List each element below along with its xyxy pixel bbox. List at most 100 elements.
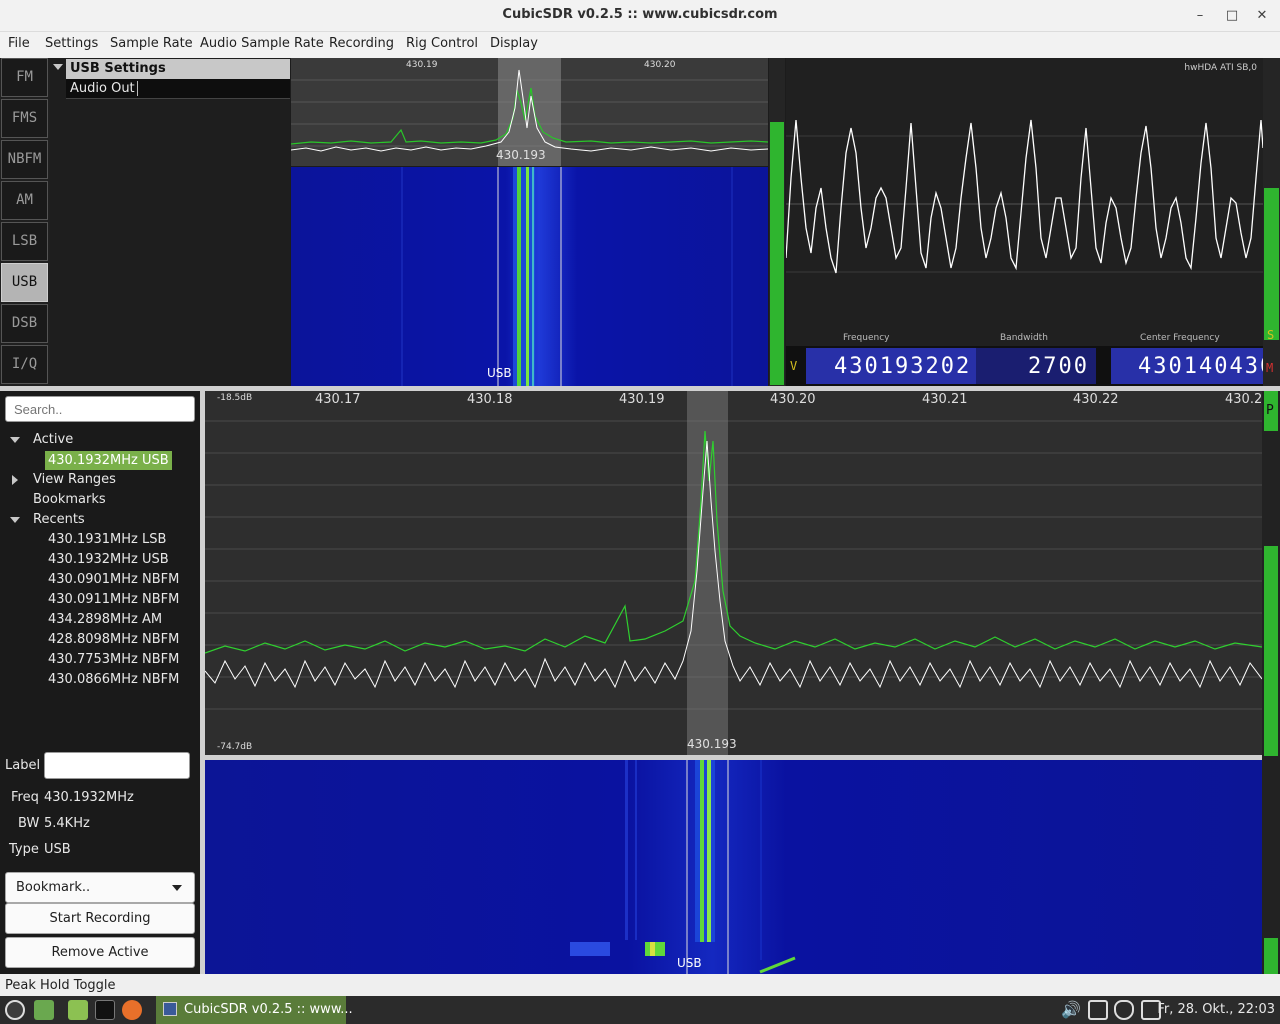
tree-active[interactable]: Active bbox=[33, 432, 73, 447]
mode-dsb-button[interactable]: DSB bbox=[1, 304, 48, 343]
top-waterfall[interactable]: USB bbox=[291, 167, 768, 386]
type-value: USB bbox=[44, 842, 71, 857]
audio-out-label: Audio Out bbox=[70, 81, 138, 96]
audio-device-label: hwHDA ATI SB,0 bbox=[1184, 63, 1257, 73]
recent-item[interactable]: 430.1932MHz USB bbox=[48, 552, 169, 567]
desktop-icon[interactable] bbox=[34, 1000, 54, 1020]
main-spectrum-plot bbox=[205, 391, 1262, 755]
mode-selector: FM FMS NBFM AM LSB USB DSB I/Q bbox=[0, 58, 50, 386]
menu-icon[interactable] bbox=[5, 1000, 25, 1020]
audio-out-row[interactable]: Audio Out bbox=[66, 79, 290, 99]
mode-am-button[interactable]: AM bbox=[1, 181, 48, 220]
spectrum-gain-fill bbox=[1264, 546, 1278, 756]
remove-active-button[interactable]: Remove Active bbox=[5, 937, 195, 968]
main-mode-label: USB bbox=[677, 956, 702, 970]
main-tick-label: 430.23 bbox=[1225, 392, 1262, 407]
clock[interactable]: Fr, 28. Okt., 22:03 bbox=[1157, 1002, 1275, 1017]
main-tick-label: 430.18 bbox=[467, 392, 513, 407]
cubicsdr-app-icon bbox=[163, 1002, 177, 1016]
audio-scope[interactable]: hwHDA ATI SB,0 Frequency Bandwidth Cente… bbox=[786, 58, 1263, 346]
shield-icon[interactable] bbox=[1114, 1000, 1134, 1020]
mode-lsb-button[interactable]: LSB bbox=[1, 222, 48, 261]
mode-fms-button[interactable]: FMS bbox=[1, 99, 48, 138]
label-input[interactable] bbox=[44, 752, 190, 779]
label-caption: Label bbox=[5, 758, 41, 773]
top-spectrum[interactable]: 430.19 430.20 430.193 bbox=[291, 58, 768, 166]
firefox-icon[interactable] bbox=[122, 1000, 142, 1020]
frequency-caption: Frequency bbox=[843, 333, 890, 343]
center-frequency-digits[interactable]: 430140430 bbox=[1138, 350, 1275, 384]
top-tick-label: 430.20 bbox=[644, 60, 676, 70]
scope-plot bbox=[786, 119, 1263, 274]
main-center-label: 430.193 bbox=[687, 737, 737, 751]
clipboard-icon[interactable] bbox=[1088, 1000, 1108, 1020]
window-title: CubicSDR v0.2.5 :: www.cubicsdr.com bbox=[502, 7, 778, 22]
recent-item[interactable]: 430.1931MHz LSB bbox=[48, 532, 166, 547]
menu-audio-sample-rate[interactable]: Audio Sample Rate bbox=[200, 36, 324, 51]
menu-bar: File Settings Sample Rate Audio Sample R… bbox=[0, 32, 1280, 58]
tree-recents[interactable]: Recents bbox=[33, 512, 85, 527]
mute-m-label[interactable]: M bbox=[1266, 361, 1273, 375]
main-tick-label: 430.22 bbox=[1073, 392, 1119, 407]
status-text: Peak Hold Toggle bbox=[5, 978, 116, 993]
recent-item[interactable]: 430.7753MHz NBFM bbox=[48, 652, 179, 667]
freq-caption: Freq bbox=[11, 790, 39, 805]
menu-recording[interactable]: Recording bbox=[329, 36, 394, 51]
start-recording-button[interactable]: Start Recording bbox=[5, 903, 195, 934]
peak-p-label: P bbox=[1266, 403, 1274, 418]
gain-meter[interactable]: P bbox=[1262, 391, 1280, 974]
folder-icon[interactable] bbox=[68, 1000, 88, 1020]
type-caption: Type bbox=[9, 842, 39, 857]
collapse-icon[interactable] bbox=[53, 64, 63, 70]
waterfall-speed-fill bbox=[1264, 938, 1278, 974]
squelch-level-fill[interactable] bbox=[1264, 188, 1279, 340]
bookmarks-panel: Active 430.1932MHz USB View Ranges Bookm… bbox=[0, 391, 200, 974]
mode-iq-button[interactable]: I/Q bbox=[1, 345, 48, 384]
menu-rig-control[interactable]: Rig Control bbox=[406, 36, 478, 51]
bandwidth-caption: Bandwidth bbox=[1000, 333, 1048, 343]
recent-item[interactable]: 430.0866MHz NBFM bbox=[48, 672, 179, 687]
menu-sample-rate[interactable]: Sample Rate bbox=[110, 36, 193, 51]
main-tick-label: 430.17 bbox=[315, 392, 361, 407]
main-spectrum[interactable]: -18.5dB -74.7dB 430.17 430.18 430.19 430… bbox=[205, 391, 1262, 755]
menu-display[interactable]: Display bbox=[490, 36, 538, 51]
menu-settings[interactable]: Settings bbox=[45, 36, 98, 51]
menu-file[interactable]: File bbox=[8, 36, 30, 51]
bookmark-button-label: Bookmark.. bbox=[16, 880, 91, 895]
mode-fm-button[interactable]: FM bbox=[1, 58, 48, 97]
tree-view-ranges[interactable]: View Ranges bbox=[33, 472, 116, 487]
bookmark-dropdown-button[interactable]: Bookmark.. bbox=[5, 872, 195, 903]
recent-item[interactable]: 434.2898MHz AM bbox=[48, 612, 162, 627]
bandwidth-digits[interactable]: 2700 bbox=[1028, 350, 1089, 384]
bw-caption: BW bbox=[18, 816, 40, 831]
volume-icon[interactable]: 🔊 bbox=[1061, 1000, 1081, 1020]
center-frequency-caption: Center Frequency bbox=[1140, 333, 1220, 343]
close-button[interactable]: ✕ bbox=[1252, 6, 1272, 26]
frequency-digits[interactable]: 430193202 bbox=[834, 350, 971, 384]
taskbar-cubicsdr-button[interactable]: CubicSDR v0.2.5 :: www... bbox=[156, 996, 353, 1024]
db-top-label: -18.5dB bbox=[217, 393, 253, 403]
recent-item[interactable]: 430.0911MHz NBFM bbox=[48, 592, 179, 607]
main-waterfall[interactable]: USB bbox=[205, 760, 1262, 974]
frequency-readout-bar: V 430193202 2700 430140430 bbox=[786, 346, 1273, 386]
main-waterfall-plot bbox=[205, 760, 1262, 974]
top-waterfall-plot bbox=[291, 167, 768, 386]
expand-active-icon[interactable] bbox=[10, 437, 20, 443]
maximize-button[interactable]: □ bbox=[1222, 6, 1242, 26]
recent-item[interactable]: 428.8098MHz NBFM bbox=[48, 632, 179, 647]
settings-header[interactable]: USB Settings bbox=[66, 59, 290, 79]
mode-nbfm-button[interactable]: NBFM bbox=[1, 140, 48, 179]
tree-bookmarks[interactable]: Bookmarks bbox=[33, 492, 106, 507]
expand-view-ranges-icon[interactable] bbox=[12, 475, 18, 485]
recent-item[interactable]: 430.0901MHz NBFM bbox=[48, 572, 179, 587]
audio-level-meter[interactable] bbox=[769, 58, 785, 386]
search-input[interactable] bbox=[5, 396, 195, 422]
expand-recents-icon[interactable] bbox=[10, 517, 20, 523]
status-bar: Peak Hold Toggle bbox=[0, 974, 1280, 996]
active-bookmark-item[interactable]: 430.1932MHz USB bbox=[45, 451, 172, 470]
minimize-button[interactable]: – bbox=[1190, 6, 1210, 26]
terminal-icon[interactable] bbox=[95, 1000, 115, 1020]
taskbar: CubicSDR v0.2.5 :: www... 🔊 Fr, 28. Okt.… bbox=[0, 996, 1280, 1024]
mode-usb-button[interactable]: USB bbox=[1, 263, 48, 302]
taskbar-app-label: CubicSDR v0.2.5 :: www... bbox=[184, 1002, 353, 1017]
